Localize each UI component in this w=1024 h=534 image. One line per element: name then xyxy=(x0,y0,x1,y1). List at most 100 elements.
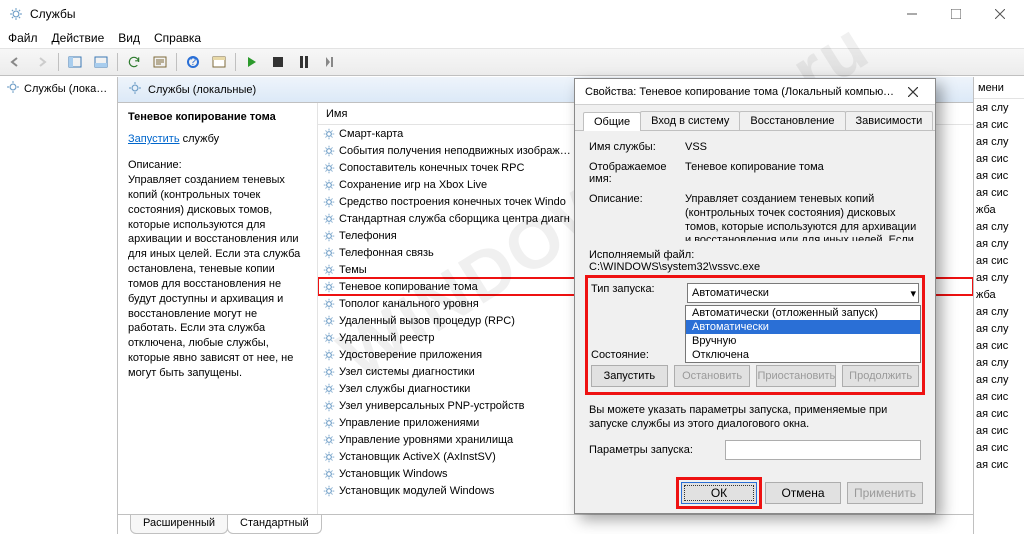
input-start-params[interactable] xyxy=(725,440,921,460)
gear-icon xyxy=(322,161,336,175)
label-startup-type: Тип запуска: xyxy=(591,283,687,303)
description-text: Управляет созданием теневых копий (контр… xyxy=(128,173,307,381)
window-close-button[interactable] xyxy=(978,0,1022,28)
label-display-name: Отображаемое имя: xyxy=(589,161,685,185)
gear-icon xyxy=(322,280,336,294)
service-name: Узел системы диагностики xyxy=(339,366,475,378)
obscured-column-header: мени xyxy=(974,77,1024,99)
startup-option[interactable]: Автоматически (отложенный запуск) xyxy=(686,306,920,320)
toolbar-properties[interactable] xyxy=(207,51,231,73)
toolbar-details[interactable] xyxy=(89,51,113,73)
toolbar-back[interactable] xyxy=(4,51,28,73)
button-start[interactable]: Запустить xyxy=(591,365,668,387)
window-titlebar: Службы xyxy=(0,0,1024,28)
label-executable: Исполняемый файл: xyxy=(589,249,921,261)
label-description: Описание: xyxy=(589,193,685,241)
toolbar-pause-service[interactable] xyxy=(292,51,316,73)
gear-icon xyxy=(322,314,336,328)
service-name: Средство построения конечных точек Windo xyxy=(339,196,566,208)
label-service-name: Имя службы: xyxy=(589,141,685,153)
dialog-tab-logon[interactable]: Вход в систему xyxy=(640,111,740,130)
label-start-params: Параметры запуска: xyxy=(589,444,719,456)
menu-view[interactable]: Вид xyxy=(118,31,140,45)
dialog-tab-general[interactable]: Общие xyxy=(583,112,641,131)
obscured-row: ая сис xyxy=(974,184,1024,201)
toolbar-start-service[interactable] xyxy=(240,51,264,73)
value-display-name: Теневое копирование тома xyxy=(685,161,921,185)
value-service-name: VSS xyxy=(685,141,921,153)
start-service-link[interactable]: Запустить xyxy=(128,133,180,145)
startup-option[interactable]: Вручную xyxy=(686,334,920,348)
dialog-titlebar[interactable]: Свойства: Теневое копирование тома (Лока… xyxy=(575,79,935,105)
obscured-row: ая слу xyxy=(974,235,1024,252)
console-tree[interactable]: Службы (локальн xyxy=(0,77,118,534)
startup-hint: Вы можете указать параметры запуска, при… xyxy=(589,403,921,432)
obscured-row: жба xyxy=(974,201,1024,218)
menu-action[interactable]: Действие xyxy=(52,31,105,45)
gear-icon xyxy=(322,195,336,209)
service-name: Управление уровнями хранилища xyxy=(339,434,513,446)
toolbar-refresh[interactable] xyxy=(122,51,146,73)
menu-bar: Файл Действие Вид Справка xyxy=(0,28,1024,48)
button-pause[interactable]: Приостановить xyxy=(756,365,836,387)
gear-icon xyxy=(322,229,336,243)
gear-icon xyxy=(322,450,336,464)
services-icon xyxy=(6,80,20,97)
obscured-row: ая слу xyxy=(974,269,1024,286)
button-cancel[interactable]: Отмена xyxy=(765,482,841,504)
window-maximize-button[interactable] xyxy=(934,0,978,28)
gear-icon xyxy=(322,212,336,226)
menu-file[interactable]: Файл xyxy=(8,31,38,45)
dialog-tab-recovery[interactable]: Восстановление xyxy=(739,111,845,130)
tab-extended[interactable]: Расширенный xyxy=(130,515,228,534)
obscured-row: ая сис xyxy=(974,388,1024,405)
dialog-close-button[interactable] xyxy=(897,80,929,104)
toolbar-show-hide[interactable] xyxy=(63,51,87,73)
selected-service-name: Теневое копирование тома xyxy=(128,111,307,123)
window-minimize-button[interactable] xyxy=(890,0,934,28)
obscured-row: ая сис xyxy=(974,405,1024,422)
gear-icon xyxy=(322,484,336,498)
startup-type-combo[interactable]: Автоматически ▾ xyxy=(687,283,919,303)
toolbar-forward[interactable] xyxy=(30,51,54,73)
service-name: Тополог канального уровня xyxy=(339,298,479,310)
toolbar-restart-service[interactable] xyxy=(318,51,342,73)
service-name: Телефония xyxy=(339,230,397,242)
value-description: Управляет созданием теневых копий (контр… xyxy=(685,193,921,241)
obscured-row: ая слу xyxy=(974,371,1024,388)
gear-icon xyxy=(322,263,336,277)
chevron-down-icon: ▾ xyxy=(910,287,916,300)
service-name: Узел универсальных PNP-устройств xyxy=(339,400,524,412)
service-name: Управление приложениями xyxy=(339,417,479,429)
toolbar-stop-service[interactable] xyxy=(266,51,290,73)
button-stop[interactable]: Остановить xyxy=(674,365,751,387)
button-apply[interactable]: Применить xyxy=(847,482,923,504)
description-label: Описание: xyxy=(128,159,307,171)
obscured-row: ая сис xyxy=(974,422,1024,439)
service-detail-panel: Теневое копирование тома Запустить служб… xyxy=(118,103,318,514)
dialog-footer: ОК Отмена Применить xyxy=(575,473,935,513)
startup-option[interactable]: Отключена xyxy=(686,348,920,362)
start-service-link-row: Запустить службу xyxy=(128,133,307,145)
menu-help[interactable]: Справка xyxy=(154,31,201,45)
toolbar-export[interactable] xyxy=(148,51,172,73)
button-ok[interactable]: ОК xyxy=(681,482,757,504)
dialog-tab-dependencies[interactable]: Зависимости xyxy=(845,111,934,130)
service-name: Сохранение игр на Xbox Live xyxy=(339,179,487,191)
obscured-row: ая слу xyxy=(974,303,1024,320)
startup-option[interactable]: Автоматически xyxy=(686,320,920,334)
obscured-row: ая сис xyxy=(974,439,1024,456)
value-executable: C:\WINDOWS\system32\vssvc.exe xyxy=(589,261,921,273)
obscured-row: ая слу xyxy=(974,218,1024,235)
gear-icon xyxy=(322,348,336,362)
startup-type-dropdown[interactable]: Автоматически (отложенный запуск)Автомат… xyxy=(685,305,921,363)
button-resume[interactable]: Продолжить xyxy=(842,365,919,387)
toolbar-help[interactable]: ? xyxy=(181,51,205,73)
properties-dialog: Свойства: Теневое копирование тома (Лока… xyxy=(574,78,936,514)
services-app-icon xyxy=(8,6,24,22)
tree-root-services[interactable]: Службы (локальн xyxy=(0,77,117,100)
view-tabs: Расширенный Стандартный xyxy=(118,514,973,534)
window-title: Службы xyxy=(30,7,890,21)
service-name: Смарт-карта xyxy=(339,128,403,140)
tab-standard[interactable]: Стандартный xyxy=(227,515,322,534)
